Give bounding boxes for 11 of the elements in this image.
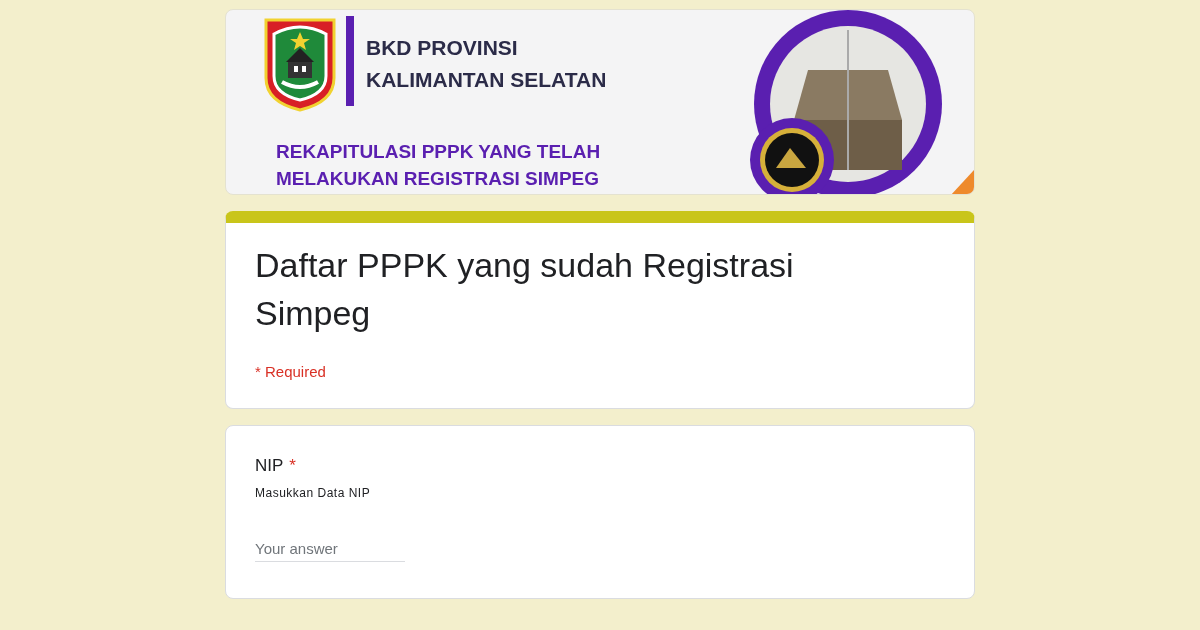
- banner-heading: KALIMANTAN SELATAN: [366, 67, 607, 93]
- banner-heading: BKD PROVINSI: [366, 35, 519, 61]
- banner-subtitle: REKAPITULASI PPPK YANG TELAH: [276, 140, 602, 164]
- banner-subtitle: MELAKUKAN REGISTRASI SIMPEG: [276, 167, 601, 191]
- required-note: * Required: [255, 363, 327, 380]
- question-description: Masukkan Data NIP: [255, 486, 372, 500]
- answer-field[interactable]: Your answer: [255, 536, 405, 562]
- form-title: Daftar PPPK yang sudah Registrasi Simpeg: [255, 245, 795, 334]
- crest-icon: [264, 18, 336, 112]
- required-asterisk: *: [289, 456, 296, 476]
- question-label: NIP: [255, 456, 284, 476]
